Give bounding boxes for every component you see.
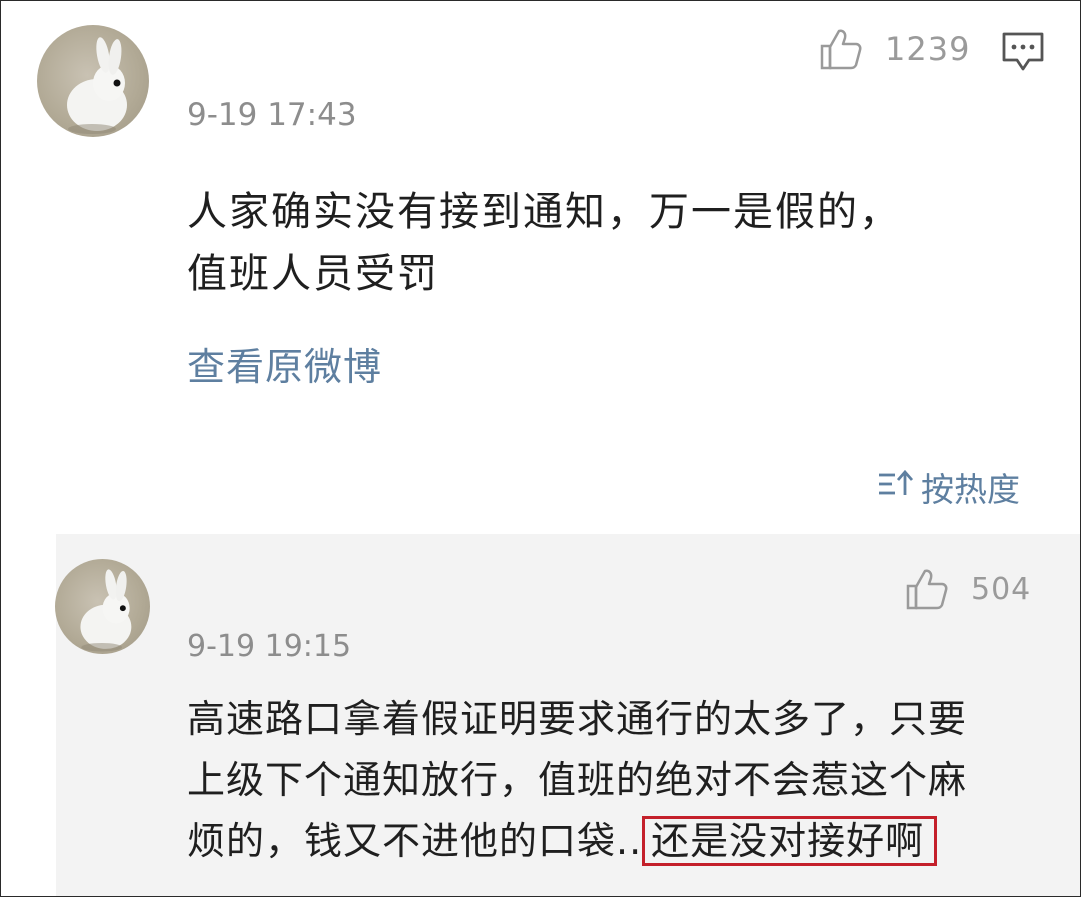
like-group[interactable]: 1239 [819, 27, 970, 71]
sort-label: 按热度 [921, 470, 1020, 509]
comment-text-line: 高速路口拿着假证明要求通行的太多了，只要 [187, 697, 968, 741]
comment-text-line: 烦的，钱又不进他的口袋.. 还是没对接好啊 [187, 811, 1047, 872]
thumbs-up-icon[interactable] [819, 27, 863, 71]
comment-time: 9-19 17:43 [187, 97, 357, 133]
like-group[interactable]: 504 [905, 567, 1031, 611]
rabbit-avatar-icon [67, 37, 127, 134]
comment-text: 人家确实没有接到通知，万一是假的， 值班人员受罚 [187, 181, 1007, 305]
view-original-weibo-link[interactable]: 查看原微博 [187, 336, 382, 391]
highlight-box: 还是没对接好啊 [642, 816, 938, 866]
comment-text-line: 人家确实没有接到通知，万一是假的， [187, 189, 901, 235]
avatar[interactable] [55, 559, 150, 654]
sort-by-popularity-button[interactable]: 按热度 [877, 463, 1020, 511]
comment-text-line: 上级下个通知放行，值班的绝对不会惹这个麻 [187, 758, 968, 802]
comment-time: 9-19 19:15 [187, 629, 352, 664]
comment-text-line: 值班人员受罚 [187, 251, 439, 297]
comment-text-plain: 烦的，钱又不进他的口袋.. [187, 819, 643, 863]
avatar[interactable] [37, 25, 149, 137]
like-count: 504 [971, 571, 1032, 607]
rabbit-avatar-icon [80, 569, 132, 652]
comment-text: 高速路口拿着假证明要求通行的太多了，只要 上级下个通知放行，值班的绝对不会惹这个… [187, 689, 1047, 872]
thumbs-up-icon[interactable] [905, 567, 949, 611]
like-count: 1239 [885, 30, 971, 68]
sort-icon [877, 468, 921, 507]
screenshot-frame: 1239 9-19 17:43 人家确实没有接到通知，万一是假的， 值班人员受罚… [0, 0, 1081, 897]
comment-icon[interactable] [1001, 31, 1045, 77]
